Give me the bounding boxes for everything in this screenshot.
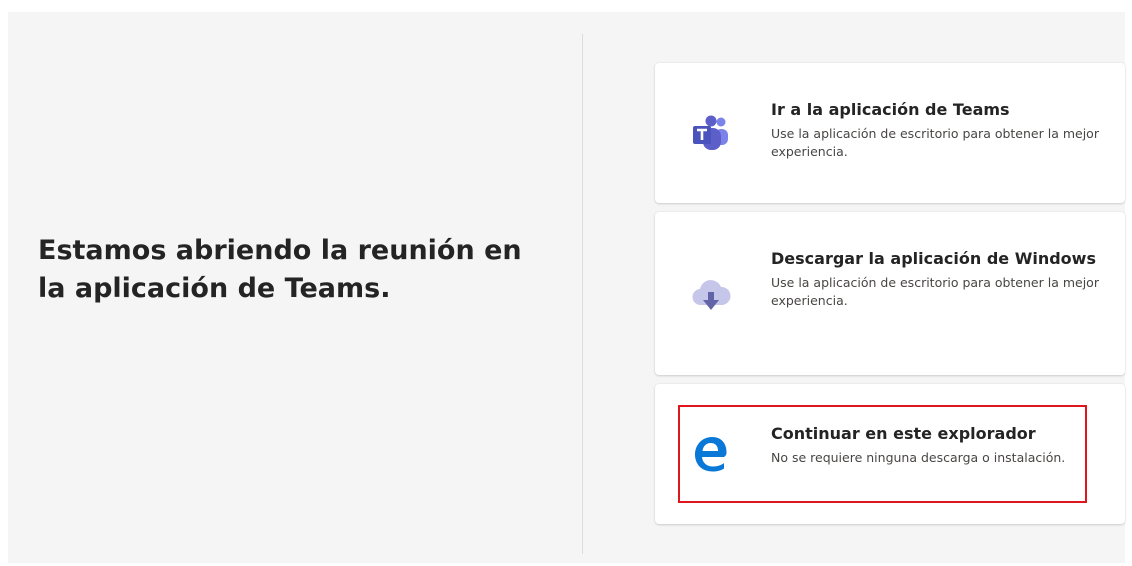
option-title: Descargar la aplicación de Windows bbox=[771, 249, 1096, 268]
page-title: Estamos abriendo la reunión en la aplica… bbox=[38, 235, 522, 304]
open-teams-app-option[interactable]: Ir a la aplicación de Teams Use la aplic… bbox=[655, 63, 1125, 203]
option-title: Continuar en este explorador bbox=[771, 424, 1036, 443]
continue-in-browser-option[interactable]: Continuar en este explorador No se requi… bbox=[655, 384, 1125, 524]
option-text: Ir a la aplicación de Teams Use la aplic… bbox=[771, 100, 1101, 161]
download-windows-app-option[interactable]: Descargar la aplicación de Windows Use l… bbox=[655, 212, 1125, 375]
option-text: Continuar en este explorador No se requi… bbox=[771, 424, 1101, 467]
edge-browser-icon bbox=[689, 432, 733, 476]
option-text: Descargar la aplicación de Windows Use l… bbox=[771, 249, 1101, 310]
option-description: Use la aplicación de escritorio para obt… bbox=[771, 275, 1099, 308]
cloud-download-icon bbox=[689, 274, 733, 318]
option-title: Ir a la aplicación de Teams bbox=[771, 100, 1010, 119]
vertical-divider bbox=[582, 34, 583, 554]
teams-icon bbox=[689, 111, 733, 155]
option-description: Use la aplicación de escritorio para obt… bbox=[771, 126, 1099, 159]
option-description: No se requiere ninguna descarga o instal… bbox=[771, 450, 1066, 465]
